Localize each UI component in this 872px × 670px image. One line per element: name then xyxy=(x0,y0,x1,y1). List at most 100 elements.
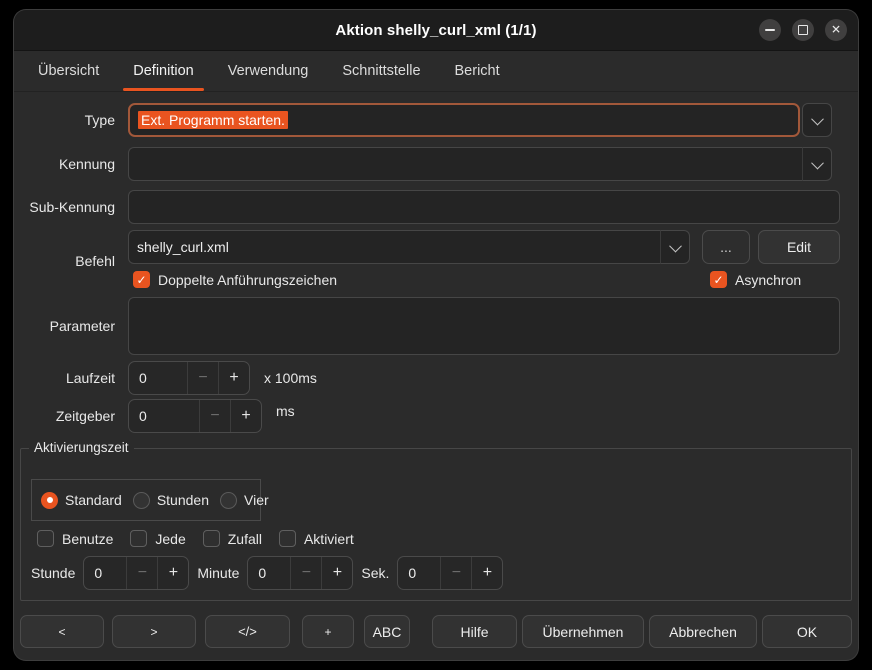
tab-schnittstelle[interactable]: Schnittstelle xyxy=(328,51,434,91)
radio-standard[interactable]: Standard xyxy=(41,492,122,509)
kennung-combobox-arrow-button[interactable] xyxy=(802,147,832,181)
kennung-combobox-entry[interactable] xyxy=(128,147,802,181)
increment-button[interactable]: + xyxy=(157,557,188,589)
apply-button[interactable]: Übernehmen xyxy=(522,615,644,648)
browse-button[interactable]: ... xyxy=(702,230,750,264)
check-icon: ✓ xyxy=(136,274,146,286)
chevron-down-icon xyxy=(811,156,824,169)
radio-label: Vier xyxy=(244,492,269,508)
nav-prev-button[interactable]: < xyxy=(20,615,104,648)
tab-label: Definition xyxy=(133,63,193,79)
laufzeit-label: Laufzeit xyxy=(14,361,115,395)
spinner-value[interactable]: 0 xyxy=(248,557,290,589)
spinner-value[interactable]: 0 xyxy=(129,400,199,432)
stunde-label: Stunde xyxy=(31,565,75,581)
radio-label: Stunden xyxy=(157,492,209,508)
sub-kennung-label: Sub-Kennung xyxy=(14,190,115,224)
decrement-button[interactable]: − xyxy=(126,557,157,589)
befehl-label: Befehl xyxy=(14,230,115,292)
checkbox-label: Zufall xyxy=(228,531,262,547)
minute-spinner: 0 − + xyxy=(247,556,353,590)
tab-bericht[interactable]: Bericht xyxy=(441,51,514,91)
checkbox-box: ✓ xyxy=(710,271,727,288)
type-combobox-entry[interactable]: Ext. Programm starten. xyxy=(128,103,800,137)
befehl-combobox-entry[interactable]: shelly_curl.xml xyxy=(128,230,660,264)
help-button[interactable]: Hilfe xyxy=(432,615,517,648)
checkbox-box xyxy=(130,530,147,547)
tab-verwendung[interactable]: Verwendung xyxy=(214,51,323,91)
abc-button[interactable]: ABC xyxy=(364,615,410,648)
parameter-textarea[interactable] xyxy=(128,297,840,355)
radio-vier[interactable]: Vier xyxy=(220,492,269,509)
check-icon: ✓ xyxy=(713,274,723,286)
decrement-button[interactable]: − xyxy=(290,557,321,589)
tab-definition[interactable]: Definition xyxy=(119,51,207,91)
mode-radio-group: Standard Stunden Vier xyxy=(31,479,261,521)
checkbox-asynchron[interactable]: ✓ Asynchron xyxy=(710,271,801,288)
befehl-value: shelly_curl.xml xyxy=(137,239,229,255)
dialog-window: Aktion shelly_curl_xml (1/1) ✕ Übersicht… xyxy=(14,10,858,660)
radio-stunden[interactable]: Stunden xyxy=(133,492,209,509)
option-checkbox-row: Benutze Jede Zufall Aktiviert xyxy=(37,530,354,547)
checkbox-zufall[interactable]: Zufall xyxy=(203,530,262,547)
zeitgeber-label: Zeitgeber xyxy=(14,399,115,433)
tab-label: Übersicht xyxy=(38,63,99,79)
kennung-combobox[interactable] xyxy=(128,147,832,181)
tab-uebersicht[interactable]: Übersicht xyxy=(24,51,113,91)
stunde-spinner: 0 − + xyxy=(83,556,189,590)
tab-label: Bericht xyxy=(455,63,500,79)
laufzeit-unit: x 100ms xyxy=(264,361,317,395)
laufzeit-spinner: 0 − + xyxy=(128,361,250,395)
window-controls: ✕ xyxy=(759,19,847,41)
xml-code-button[interactable]: </> xyxy=(205,615,290,648)
tab-label: Verwendung xyxy=(228,63,309,79)
maximize-button[interactable] xyxy=(792,19,814,41)
window-title: Aktion shelly_curl_xml (1/1) xyxy=(335,22,536,39)
edit-button[interactable]: Edit xyxy=(758,230,840,264)
tab-bar: Übersicht Definition Verwendung Schnitts… xyxy=(14,51,858,92)
spinner-value[interactable]: 0 xyxy=(398,557,440,589)
add-button[interactable]: + xyxy=(302,615,354,648)
checkbox-box xyxy=(279,530,296,547)
kennung-label: Kennung xyxy=(14,147,115,181)
ok-button[interactable]: OK xyxy=(762,615,852,648)
radio-circle xyxy=(220,492,237,509)
cancel-button[interactable]: Abbrechen xyxy=(649,615,757,648)
maximize-icon xyxy=(798,25,808,35)
decrement-button[interactable]: − xyxy=(187,362,218,394)
sekunde-spinner: 0 − + xyxy=(397,556,503,590)
sekunde-label: Sek. xyxy=(361,565,389,581)
type-label: Type xyxy=(14,103,115,137)
chevron-down-icon xyxy=(669,239,682,252)
checkbox-benutze[interactable]: Benutze xyxy=(37,530,113,547)
close-button[interactable]: ✕ xyxy=(825,19,847,41)
checkbox-jede[interactable]: Jede xyxy=(130,530,185,547)
decrement-button[interactable]: − xyxy=(199,400,230,432)
nav-next-button[interactable]: > xyxy=(112,615,196,648)
minimize-button[interactable] xyxy=(759,19,781,41)
time-spinner-row: Stunde 0 − + Minute 0 − + Sek. 0 − + xyxy=(31,556,503,590)
befehl-combobox-arrow-button[interactable] xyxy=(660,230,690,264)
increment-button[interactable]: + xyxy=(321,557,352,589)
checkbox-aktiviert[interactable]: Aktiviert xyxy=(279,530,354,547)
radio-label: Standard xyxy=(65,492,122,508)
decrement-button[interactable]: − xyxy=(440,557,471,589)
type-combobox-arrow-button[interactable] xyxy=(802,103,832,137)
checkbox-box xyxy=(203,530,220,547)
checkbox-doppelte-anfuehrungszeichen[interactable]: ✓ Doppelte Anführungszeichen xyxy=(133,271,337,288)
increment-button[interactable]: + xyxy=(230,400,261,432)
checkbox-label: Asynchron xyxy=(735,272,801,288)
spinner-value[interactable]: 0 xyxy=(129,362,187,394)
type-combobox[interactable]: Ext. Programm starten. xyxy=(128,103,832,137)
checkbox-label: Jede xyxy=(155,531,185,547)
sub-kennung-input[interactable] xyxy=(128,190,840,224)
increment-button[interactable]: + xyxy=(218,362,249,394)
spinner-value[interactable]: 0 xyxy=(84,557,126,589)
titlebar[interactable]: Aktion shelly_curl_xml (1/1) ✕ xyxy=(14,10,858,51)
checkbox-box xyxy=(37,530,54,547)
checkbox-label: Benutze xyxy=(62,531,113,547)
radio-dot-icon xyxy=(47,497,53,503)
befehl-combobox[interactable]: shelly_curl.xml xyxy=(128,230,690,264)
parameter-label: Parameter xyxy=(14,297,115,355)
increment-button[interactable]: + xyxy=(471,557,502,589)
